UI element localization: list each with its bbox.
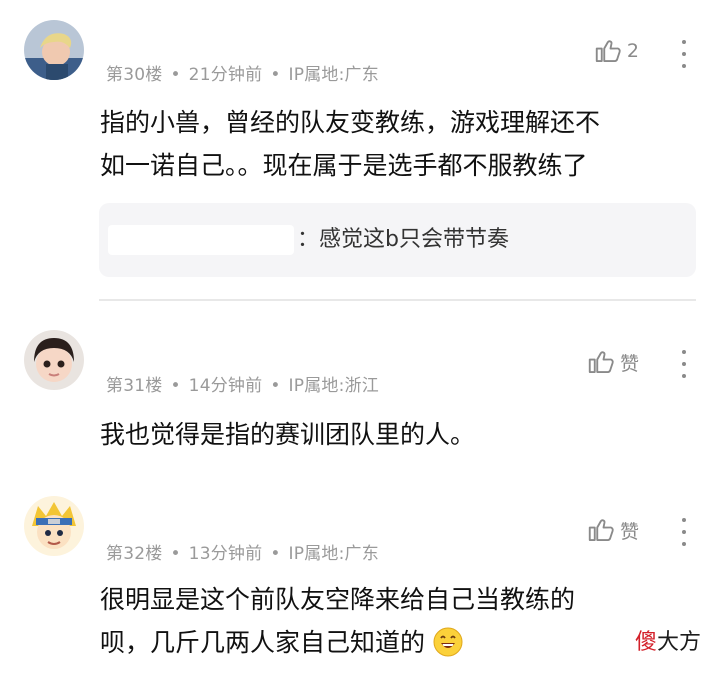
thumbs-up-icon <box>588 519 614 541</box>
watermark-logo: 傻大方 <box>635 624 701 656</box>
user-avatar-child-icon <box>24 330 84 390</box>
floor-number: 第30楼 <box>106 65 163 85</box>
avatar[interactable] <box>24 330 84 390</box>
watermark-part2: 大方 <box>656 630 701 655</box>
like-count: 2 <box>626 40 639 62</box>
post-time: 21分钟前 <box>188 65 263 85</box>
comment-floor-31: 第31楼 • 14分钟前 • IP属地:浙江 赞 我也觉得是指的赛训团队里的人。 <box>0 300 719 480</box>
post-time: 14分钟前 <box>188 376 263 396</box>
ip-location: IP属地:广东 <box>288 544 379 564</box>
thumbs-up-icon <box>588 351 614 373</box>
comment-line: 指的小兽，曾经的队友变教练，游戏理解还不 <box>100 108 601 137</box>
post-time: 13分钟前 <box>188 544 263 564</box>
comment-line: 呗，几斤几两人家自己知道的 <box>100 628 426 657</box>
thumbs-up-icon <box>595 40 621 62</box>
comment-line: 如一诺自己。。现在属于是选手都不服教练了 <box>100 151 588 180</box>
comment-line: 我也觉得是指的赛训团队里的人。 <box>100 420 476 449</box>
grinning-emoji-icon <box>433 627 463 657</box>
comment-text: 我也觉得是指的赛训团队里的人。 <box>100 413 475 456</box>
like-button[interactable]: 2 <box>593 36 639 66</box>
more-options-button[interactable] <box>681 40 687 68</box>
comment-floor-30: 第30楼 • 21分钟前 • IP属地:广东 2 指的小兽，曾经的队友变教练，游戏理解还… <box>0 0 719 301</box>
comment-meta: 第30楼 • 21分钟前 • IP属地:广东 <box>106 65 379 85</box>
like-label: 赞 <box>619 352 639 375</box>
comment-meta: 第31楼 • 14分钟前 • IP属地:浙江 <box>106 376 379 396</box>
comment-line-with-emoji: 呗，几斤几两人家自己知道的 <box>100 621 575 664</box>
like-label: 赞 <box>619 520 639 543</box>
like-button[interactable]: 赞 <box>586 347 639 377</box>
reply-text: ：感觉这b只会带节奏 <box>297 227 509 252</box>
reply-username-redacted <box>108 225 294 255</box>
user-avatar-blond-hair-icon <box>24 20 84 80</box>
reply-preview[interactable]: ：感觉这b只会带节奏 <box>99 203 696 277</box>
watermark-part1: 傻 <box>634 630 657 655</box>
more-options-button[interactable] <box>681 518 687 546</box>
ip-location: IP属地:浙江 <box>288 376 379 396</box>
like-button[interactable]: 赞 <box>586 515 639 545</box>
comment-text: 很明显是这个前队友空降来给自己当教练的 呗，几斤几两人家自己知道的 <box>100 578 575 664</box>
avatar[interactable] <box>24 496 84 556</box>
floor-number: 第31楼 <box>106 376 163 396</box>
comment-floor-32: 第32楼 • 13分钟前 • IP属地:广东 赞 很明显是这个前队友空降来给自己当教练的… <box>0 470 719 682</box>
ip-location: IP属地:广东 <box>288 65 379 85</box>
comment-text: 指的小兽，曾经的队友变教练，游戏理解还不 如一诺自己。。现在属于是选手都不服教练… <box>100 101 600 187</box>
floor-number: 第32楼 <box>106 544 163 564</box>
more-options-button[interactable] <box>681 350 687 378</box>
user-avatar-cartoon-ninja-icon <box>24 496 84 556</box>
comment-line: 很明显是这个前队友空降来给自己当教练的 <box>100 585 576 614</box>
avatar[interactable] <box>24 20 84 80</box>
comment-meta: 第32楼 • 13分钟前 • IP属地:广东 <box>106 544 379 564</box>
